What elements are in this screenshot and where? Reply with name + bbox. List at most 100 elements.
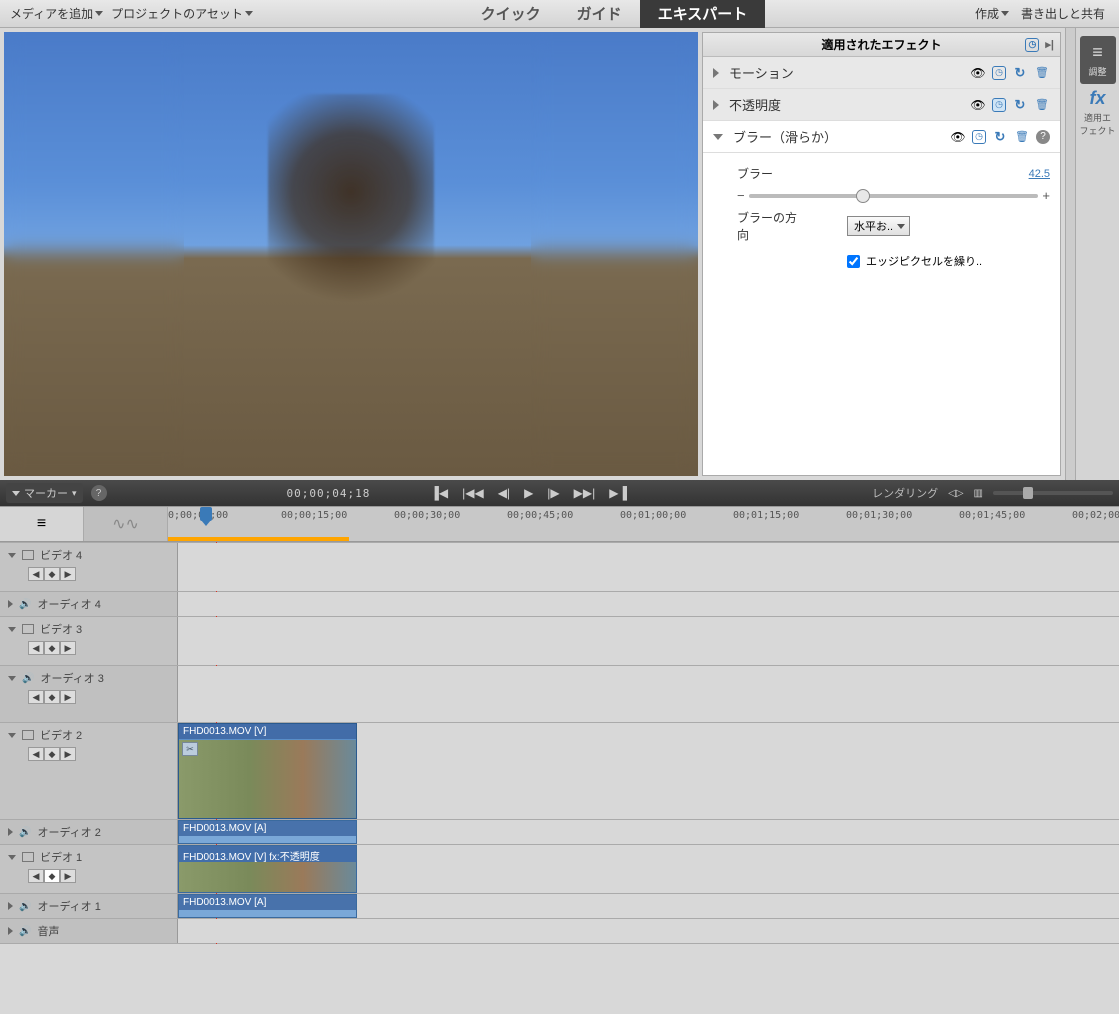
expand-icon[interactable] bbox=[8, 600, 13, 608]
export-share-menu[interactable]: 書き出しと共有 bbox=[1021, 5, 1105, 22]
track-header-audio2[interactable]: オーディオ 2 bbox=[0, 820, 178, 844]
disclosure-triangle-icon[interactable] bbox=[713, 100, 719, 110]
plus-icon: + bbox=[1042, 188, 1050, 203]
clip-video1[interactable]: FHD0013.MOV [V] fx:不透明度 bbox=[178, 845, 357, 893]
expand-icon[interactable] bbox=[8, 828, 13, 836]
track-header-audio4[interactable]: オーディオ 4 bbox=[0, 592, 178, 616]
time-ruler[interactable]: 0;00;00;0000;00;15;0000;00;30;0000;00;45… bbox=[168, 507, 1119, 541]
keyframe-nav[interactable]: ◀◆▶ bbox=[28, 641, 169, 655]
keyframe-nav[interactable]: ◀◆▶ bbox=[28, 869, 169, 883]
zoom-slider[interactable] bbox=[993, 491, 1113, 495]
track-header-video4[interactable]: ビデオ 4 ◀◆▶ bbox=[0, 543, 178, 591]
help-icon[interactable]: ? bbox=[91, 485, 107, 501]
filmstrip-icon bbox=[22, 730, 34, 740]
slider-track[interactable] bbox=[749, 194, 1039, 198]
timeline-view-tool[interactable]: ≡ bbox=[0, 507, 84, 541]
blur-direction-select[interactable]: 水平お.. bbox=[847, 216, 910, 236]
effect-opacity-row[interactable]: 不透明度 bbox=[703, 89, 1060, 121]
track-video1: ビデオ 1 ◀◆▶ FHD0013.MOV [V] fx:不透明度 bbox=[0, 845, 1119, 894]
next-edit-button[interactable]: ▶▶| bbox=[574, 486, 596, 500]
blur-slider[interactable]: − + bbox=[737, 188, 1050, 203]
preview-image bbox=[4, 32, 698, 476]
timeline-tracks: ビデオ 4 ◀◆▶ オーディオ 4 ビデオ 3 ◀◆▶ オーディオ 3 ◀◆▶ bbox=[0, 542, 1119, 944]
step-back-button[interactable]: ◀| bbox=[498, 486, 510, 500]
scissors-icon[interactable]: ✂ bbox=[182, 742, 198, 756]
param-blur-amount: ブラー 42.5 bbox=[737, 165, 1050, 182]
track-header-video1[interactable]: ビデオ 1 ◀◆▶ bbox=[0, 845, 178, 893]
collapse-icon[interactable] bbox=[8, 553, 16, 558]
effects-scrollbar[interactable] bbox=[1065, 28, 1075, 480]
collapse-icon[interactable] bbox=[8, 676, 16, 681]
eye-icon[interactable] bbox=[970, 97, 986, 113]
eye-icon[interactable] bbox=[950, 129, 966, 145]
clip-video2[interactable]: FHD0013.MOV [V] ✂ bbox=[178, 723, 357, 819]
expand-icon[interactable] bbox=[8, 902, 13, 910]
stopwatch-icon[interactable] bbox=[992, 66, 1006, 80]
safe-margins-icon[interactable]: ▥ bbox=[974, 488, 983, 499]
keyframe-nav[interactable]: ◀◆▶ bbox=[28, 690, 169, 704]
marker-dropdown[interactable]: マーカー ▾ bbox=[6, 483, 83, 503]
main-area: 適用されたエフェクト ▸| モーション 不透明度 bbox=[0, 28, 1119, 480]
stopwatch-icon[interactable] bbox=[992, 98, 1006, 112]
track-header-audio1[interactable]: オーディオ 1 bbox=[0, 894, 178, 918]
step-forward-button[interactable]: |▶ bbox=[547, 486, 559, 500]
keyframe-nav[interactable]: ◀◆▶ bbox=[28, 567, 169, 581]
panel-menu-icon[interactable]: ▸| bbox=[1045, 38, 1054, 51]
disclosure-triangle-icon[interactable] bbox=[713, 68, 719, 78]
project-assets-menu[interactable]: プロジェクトのアセット bbox=[111, 5, 253, 22]
reset-icon[interactable] bbox=[1012, 97, 1028, 113]
playhead-handle[interactable] bbox=[200, 507, 212, 521]
track-header-video3[interactable]: ビデオ 3 ◀◆▶ bbox=[0, 617, 178, 665]
collapse-icon[interactable] bbox=[8, 855, 16, 860]
sidebar-applied-fx-button[interactable]: fx 適用エ フェクト bbox=[1080, 88, 1116, 136]
clip-audio1[interactable]: FHD0013.MOV [A] bbox=[178, 894, 357, 918]
help-icon[interactable] bbox=[1036, 130, 1050, 144]
goto-end-button[interactable]: ▶▐ bbox=[609, 486, 627, 500]
expand-icon[interactable] bbox=[8, 927, 13, 935]
collapse-icon[interactable] bbox=[8, 627, 16, 632]
track-header-audio3[interactable]: オーディオ 3 ◀◆▶ bbox=[0, 666, 178, 722]
track-header-video2[interactable]: ビデオ 2 ◀◆▶ bbox=[0, 723, 178, 819]
track-header-voice[interactable]: 音声 bbox=[0, 919, 178, 943]
clip-audio2[interactable]: FHD0013.MOV [A] bbox=[178, 820, 357, 844]
zoom-thumb[interactable] bbox=[1023, 487, 1033, 499]
stopwatch-icon[interactable] bbox=[1025, 38, 1039, 52]
trash-icon[interactable] bbox=[1034, 65, 1050, 81]
effect-blur-row[interactable]: ブラー（滑らか） bbox=[703, 121, 1060, 153]
prev-edit-button[interactable]: |◀◀ bbox=[462, 486, 484, 500]
trash-icon[interactable] bbox=[1014, 129, 1030, 145]
effect-motion-row[interactable]: モーション bbox=[703, 57, 1060, 89]
track-video2: ビデオ 2 ◀◆▶ FHD0013.MOV [V] ✂ bbox=[0, 723, 1119, 820]
preview-monitor[interactable] bbox=[4, 32, 698, 476]
add-media-menu[interactable]: メディアを追加 bbox=[10, 5, 103, 22]
fx-icon: fx bbox=[1089, 88, 1105, 109]
reset-icon[interactable] bbox=[1012, 65, 1028, 81]
fit-icon[interactable]: ◁▷ bbox=[948, 488, 963, 499]
track-audio4: オーディオ 4 bbox=[0, 592, 1119, 617]
tab-quick[interactable]: クイック bbox=[463, 0, 559, 28]
stopwatch-icon[interactable] bbox=[972, 130, 986, 144]
blur-value[interactable]: 42.5 bbox=[1014, 168, 1050, 180]
eye-icon[interactable] bbox=[970, 65, 986, 81]
collapse-icon[interactable] bbox=[8, 733, 16, 738]
sliders-icon: ≡ bbox=[1092, 42, 1103, 63]
slider-thumb[interactable] bbox=[856, 189, 870, 203]
sidebar-adjust-button[interactable]: ≡ 調整 bbox=[1080, 36, 1116, 84]
create-menu[interactable]: 作成 bbox=[975, 5, 1009, 22]
play-button[interactable]: ▶ bbox=[524, 486, 533, 500]
edge-pixels-checkbox-row: エッジピクセルを繰り.. bbox=[847, 253, 1050, 269]
keyframe-nav[interactable]: ◀◆▶ bbox=[28, 747, 169, 761]
track-audio3: オーディオ 3 ◀◆▶ bbox=[0, 666, 1119, 723]
trash-icon[interactable] bbox=[1034, 97, 1050, 113]
goto-start-button[interactable]: ▐◀ bbox=[430, 486, 448, 500]
edge-pixels-checkbox[interactable] bbox=[847, 255, 860, 268]
tab-guide[interactable]: ガイド bbox=[559, 0, 640, 28]
disclosure-triangle-icon[interactable] bbox=[713, 134, 723, 140]
tab-expert[interactable]: エキスパート bbox=[640, 0, 766, 28]
audio-view-tool[interactable]: ∿∿ bbox=[84, 507, 168, 541]
sliders-icon: ≡ bbox=[37, 515, 46, 533]
render-button[interactable]: レンダリング bbox=[872, 485, 938, 501]
reset-icon[interactable] bbox=[992, 129, 1008, 145]
current-timecode[interactable]: 00;00;04;18 bbox=[287, 487, 371, 500]
work-area-bar[interactable] bbox=[168, 537, 349, 541]
